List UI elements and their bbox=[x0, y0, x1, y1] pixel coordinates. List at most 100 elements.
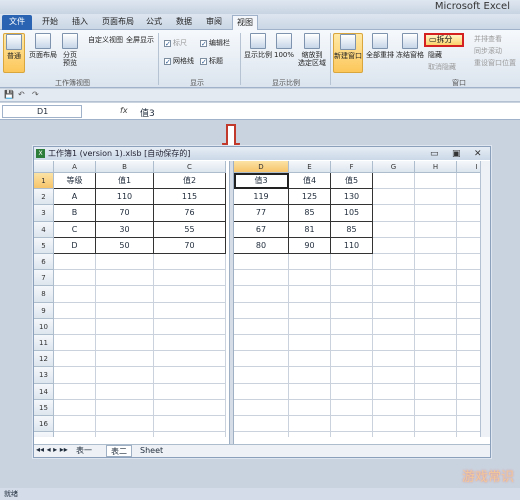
cell-C12[interactable] bbox=[154, 351, 226, 368]
page-break-preview-button[interactable]: 分页 预览 bbox=[60, 33, 80, 67]
cell-C9[interactable] bbox=[154, 302, 226, 319]
cell-C17[interactable] bbox=[154, 432, 226, 437]
tab-view[interactable]: 视图 bbox=[232, 15, 258, 30]
cell-F11[interactable] bbox=[331, 335, 373, 352]
cell-G13[interactable] bbox=[373, 367, 415, 384]
cell-G11[interactable] bbox=[373, 335, 415, 352]
row-header-2[interactable]: 2 bbox=[34, 189, 54, 206]
cell-E16[interactable] bbox=[289, 416, 331, 433]
row-header-13[interactable]: 13 bbox=[34, 367, 54, 384]
cell-A10[interactable] bbox=[54, 318, 96, 335]
cell-I2[interactable] bbox=[457, 189, 480, 206]
fx-icon[interactable]: fx bbox=[120, 106, 128, 115]
cell-F3[interactable]: 105 bbox=[331, 205, 373, 222]
cell-C13[interactable] bbox=[154, 367, 226, 384]
vertical-scrollbar[interactable] bbox=[480, 161, 490, 437]
left-pane[interactable]: A B C 1 等级 值1 值2 2 A 110 115 3 B 70 76 4 C 30 55 5 D 50 70 6 7 8 9… bbox=[34, 161, 229, 437]
new-window-button[interactable]: 新建窗口 bbox=[333, 33, 363, 73]
cell-H4[interactable] bbox=[415, 221, 457, 238]
cell-H16[interactable] bbox=[415, 416, 457, 433]
cell-A14[interactable] bbox=[54, 383, 96, 400]
cell-F15[interactable] bbox=[331, 399, 373, 416]
cell-D9[interactable] bbox=[234, 302, 289, 319]
cell-D15[interactable] bbox=[234, 399, 289, 416]
cell-G6[interactable] bbox=[373, 254, 415, 271]
sheet-nav-icon[interactable]: ◂◂ ◂ ▸ ▸▸ bbox=[36, 445, 68, 454]
formula-bar-checkbox[interactable]: ✓ 编辑栏 bbox=[200, 38, 230, 48]
save-icon[interactable]: 💾 bbox=[4, 90, 14, 99]
cell-A7[interactable] bbox=[54, 270, 96, 287]
tab-home[interactable]: 开始 bbox=[38, 15, 62, 30]
column-header-I[interactable]: I bbox=[457, 161, 480, 173]
full-screen-button[interactable]: 全屏显示 bbox=[126, 36, 154, 44]
cell-F10[interactable] bbox=[331, 318, 373, 335]
cell-B3[interactable]: 70 bbox=[96, 205, 154, 222]
cell-F6[interactable] bbox=[331, 254, 373, 271]
cell-I15[interactable] bbox=[457, 400, 480, 416]
cell-G17[interactable] bbox=[373, 432, 415, 437]
sheet-tab-2[interactable]: 表二 bbox=[106, 445, 132, 457]
cell-F17[interactable] bbox=[331, 432, 373, 437]
zoom-button[interactable]: 显示比例 bbox=[244, 33, 272, 59]
page-layout-view-button[interactable]: 页面布局 bbox=[28, 33, 58, 59]
column-header-C[interactable]: C bbox=[154, 161, 226, 173]
cell-D2[interactable]: 119 bbox=[234, 189, 289, 206]
cell-A3[interactable]: B bbox=[54, 205, 96, 222]
cell-G15[interactable] bbox=[373, 399, 415, 416]
cell-I3[interactable] bbox=[457, 205, 480, 222]
cell-F9[interactable] bbox=[331, 302, 373, 319]
cell-G1[interactable] bbox=[373, 173, 415, 190]
cell-I4[interactable] bbox=[457, 222, 480, 238]
cell-G16[interactable] bbox=[373, 416, 415, 433]
cell-C1[interactable]: 值2 bbox=[154, 173, 226, 190]
cell-A15[interactable] bbox=[54, 399, 96, 416]
sheet-tab-3[interactable]: Sheet bbox=[140, 445, 163, 457]
right-pane[interactable]: D E F G H I 值3 值4 值5 119 125 130 77 85 105 67 81 85 80 90 11… bbox=[234, 161, 480, 437]
cell-B12[interactable] bbox=[96, 351, 154, 368]
row-header-17[interactable]: 17 bbox=[34, 432, 54, 437]
gridlines-checkbox[interactable]: ✓ 网格线 bbox=[164, 56, 194, 66]
cell-G5[interactable] bbox=[373, 237, 415, 254]
cell-E5[interactable]: 90 bbox=[289, 237, 331, 254]
headings-checkbox[interactable]: ✓ 标题 bbox=[200, 56, 223, 66]
arrange-all-button[interactable]: 全部重排 bbox=[365, 33, 395, 59]
cell-C14[interactable] bbox=[154, 383, 226, 400]
cell-F16[interactable] bbox=[331, 416, 373, 433]
cell-A11[interactable] bbox=[54, 335, 96, 352]
row-header-1[interactable]: 1 bbox=[34, 173, 54, 190]
cell-C7[interactable] bbox=[154, 270, 226, 287]
cell-F8[interactable] bbox=[331, 286, 373, 303]
cell-E12[interactable] bbox=[289, 351, 331, 368]
cell-A4[interactable]: C bbox=[54, 221, 96, 238]
column-header-D[interactable]: D bbox=[234, 161, 289, 173]
cell-H5[interactable] bbox=[415, 237, 457, 254]
cell-H12[interactable] bbox=[415, 351, 457, 368]
cell-F14[interactable] bbox=[331, 383, 373, 400]
cell-D1[interactable]: 值3 bbox=[234, 173, 289, 190]
cell-B9[interactable] bbox=[96, 302, 154, 319]
cell-E2[interactable]: 125 bbox=[289, 189, 331, 206]
cell-F1[interactable]: 值5 bbox=[331, 173, 373, 190]
redo-icon[interactable]: ↷ bbox=[32, 90, 39, 99]
cell-E8[interactable] bbox=[289, 286, 331, 303]
cell-G12[interactable] bbox=[373, 351, 415, 368]
split-button[interactable]: ▭拆分 bbox=[424, 33, 464, 47]
cell-G7[interactable] bbox=[373, 270, 415, 287]
cell-G3[interactable] bbox=[373, 205, 415, 222]
cell-B2[interactable]: 110 bbox=[96, 189, 154, 206]
cell-B8[interactable] bbox=[96, 286, 154, 303]
cell-H8[interactable] bbox=[415, 286, 457, 303]
row-header-7[interactable]: 7 bbox=[34, 270, 54, 287]
cell-A13[interactable] bbox=[54, 367, 96, 384]
select-all-corner[interactable] bbox=[34, 161, 54, 173]
row-header-14[interactable]: 14 bbox=[34, 383, 54, 400]
cell-I5[interactable] bbox=[457, 238, 480, 254]
cell-B13[interactable] bbox=[96, 367, 154, 384]
cell-I7[interactable] bbox=[457, 270, 480, 287]
tab-data[interactable]: 数据 bbox=[172, 15, 196, 30]
cell-A12[interactable] bbox=[54, 351, 96, 368]
cell-D8[interactable] bbox=[234, 286, 289, 303]
cell-H3[interactable] bbox=[415, 205, 457, 222]
cell-I17[interactable] bbox=[457, 432, 480, 437]
cell-I8[interactable] bbox=[457, 286, 480, 303]
